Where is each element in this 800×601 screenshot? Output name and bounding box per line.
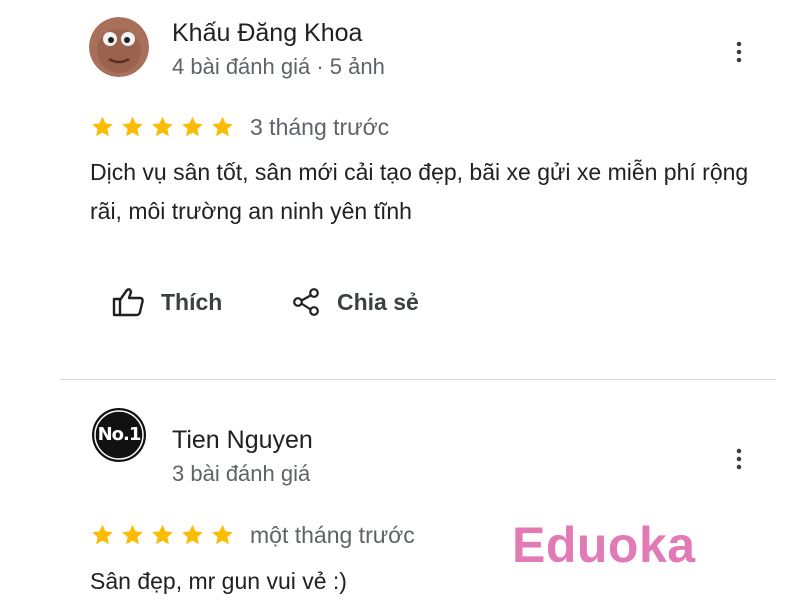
reviewer-meta[interactable]: 4 bài đánh giá · 5 ảnh xyxy=(172,54,385,80)
star-icon xyxy=(212,524,233,545)
like-button[interactable]: Thích xyxy=(112,282,222,322)
share-label: Chia sẻ xyxy=(337,288,419,315)
reviewer-name[interactable]: Khấu Đăng Khoa xyxy=(172,19,362,48)
more-vert-icon xyxy=(736,448,742,470)
avatar-badge-text: No.1 xyxy=(97,424,142,445)
star-icon xyxy=(182,116,203,137)
star-rating xyxy=(89,523,236,547)
thumb-up-icon xyxy=(112,288,144,317)
more-options-button[interactable] xyxy=(728,40,750,64)
review-divider xyxy=(60,379,776,380)
share-button[interactable]: Chia sẻ xyxy=(291,282,419,322)
like-label: Thích xyxy=(161,288,223,315)
more-options-button[interactable] xyxy=(728,447,750,471)
star-icon xyxy=(122,524,143,545)
avatar[interactable] xyxy=(89,17,149,77)
user-avatar-icon xyxy=(89,17,149,77)
review-date: 3 tháng trước xyxy=(250,114,390,140)
review-text: Dịch vụ sân tốt, sân mới cải tạo đẹp, bã… xyxy=(90,159,749,224)
star-icon xyxy=(92,524,113,545)
star-icon xyxy=(182,524,203,545)
share-icon xyxy=(293,288,319,316)
star-rating xyxy=(89,115,236,139)
avatar[interactable]: No.1 xyxy=(89,405,149,465)
reviewer-name[interactable]: Tien Nguyen xyxy=(172,426,313,455)
star-icon xyxy=(122,116,143,137)
reviewer-meta[interactable]: 3 bài đánh giá xyxy=(172,461,310,487)
watermark-logo: Eduoka xyxy=(512,517,696,573)
review-card: Khấu Đăng Khoa 4 bài đánh giá · 5 ảnh 3 … xyxy=(0,0,800,380)
star-icon xyxy=(92,116,113,137)
review-date: một tháng trước xyxy=(250,522,415,548)
star-icon xyxy=(152,116,173,137)
star-icon xyxy=(152,524,173,545)
more-vert-icon xyxy=(736,41,742,63)
star-icon xyxy=(212,116,233,137)
